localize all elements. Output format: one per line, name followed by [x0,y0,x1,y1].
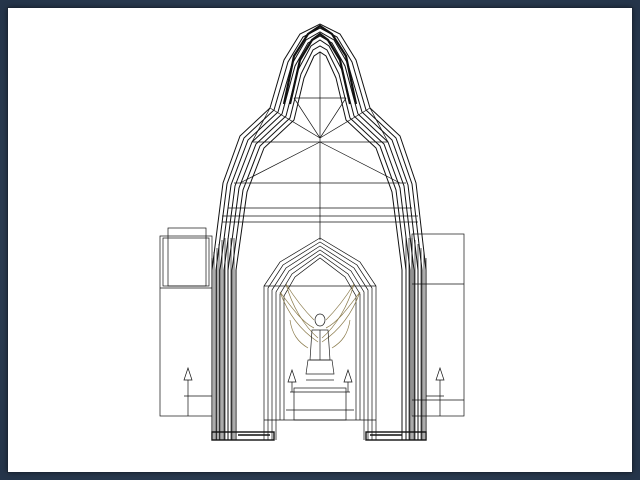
left-annex [159,227,213,417]
dome-shell [211,23,427,440]
right-pilaster [405,238,427,440]
3d-viewport[interactable] [8,8,632,472]
winged-statue [279,283,361,381]
floor-base [211,431,427,441]
right-torch [426,366,445,416]
dome-inner-lines [222,52,418,240]
wireframe-model [159,23,465,441]
left-pilaster [211,238,235,440]
altar-candles [287,368,353,392]
left-torch [183,366,212,416]
right-annex [411,233,465,417]
window-frame [0,0,640,480]
altar [286,387,354,421]
